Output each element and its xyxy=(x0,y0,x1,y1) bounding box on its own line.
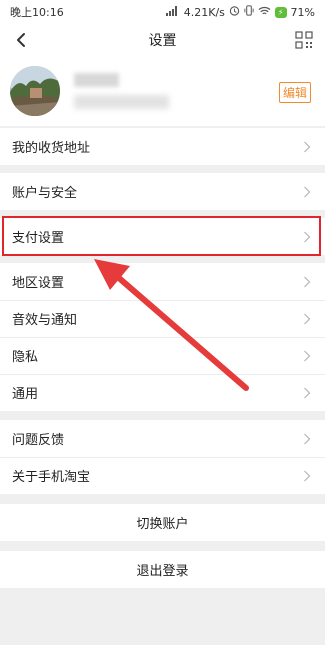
status-time: 晚上10:16 xyxy=(10,6,64,19)
edit-profile-button[interactable]: 编辑 xyxy=(278,82,311,103)
username-blurred xyxy=(74,73,119,87)
alarm-icon xyxy=(229,5,240,19)
support-group: 问题反馈 关于手机淘宝 xyxy=(0,420,325,494)
menu-item-general[interactable]: 通用 xyxy=(0,374,325,411)
switch-account-button[interactable]: 切换账户 xyxy=(0,504,325,541)
status-icons: 4.21K/s ⚡ 71% xyxy=(165,5,315,19)
status-bar: 晚上10:16 4.21K/s ⚡ 71% xyxy=(0,0,325,24)
menu-item-label: 地区设置 xyxy=(12,276,65,291)
menu-item-label: 关于手机淘宝 xyxy=(12,470,91,485)
menu-item-label: 支付设置 xyxy=(12,231,65,246)
page-title: 设置 xyxy=(148,33,177,49)
title-bar: 设置 xyxy=(0,24,325,56)
chevron-right-icon xyxy=(304,141,311,152)
address-group: 我的收货地址 xyxy=(0,128,325,165)
profile-card[interactable]: 编辑 xyxy=(0,56,325,126)
battery-level: 71% xyxy=(290,5,315,19)
profile-info-blurred xyxy=(74,73,169,109)
vibrate-icon xyxy=(244,5,254,19)
chevron-right-icon xyxy=(304,433,311,444)
account-group: 账户与安全 xyxy=(0,173,325,210)
nickname-blurred xyxy=(74,95,169,109)
menu-item-label: 通用 xyxy=(12,387,39,402)
menu-item-payment-settings[interactable]: 支付设置 xyxy=(0,218,325,255)
chevron-right-icon xyxy=(304,276,311,287)
menu-item-privacy[interactable]: 隐私 xyxy=(0,337,325,374)
menu-item-label: 我的收货地址 xyxy=(12,141,91,156)
menu-item-region[interactable]: 地区设置 xyxy=(0,263,325,300)
payment-group: 支付设置 xyxy=(0,218,325,255)
menu-item-label: 账户与安全 xyxy=(12,186,78,201)
menu-item-sound-notification[interactable]: 音效与通知 xyxy=(0,300,325,337)
menu-item-label: 问题反馈 xyxy=(12,433,65,448)
signal-icon xyxy=(165,5,180,19)
wifi-icon xyxy=(258,6,271,19)
chevron-right-icon xyxy=(304,470,311,481)
menu-item-account-security[interactable]: 账户与安全 xyxy=(0,173,325,210)
menu-item-label: 隐私 xyxy=(12,350,39,365)
back-arrow-icon[interactable] xyxy=(12,30,32,50)
menu-item-feedback[interactable]: 问题反馈 xyxy=(0,420,325,457)
chevron-right-icon xyxy=(304,186,311,197)
chevron-right-icon xyxy=(304,231,311,242)
chevron-right-icon xyxy=(304,350,311,361)
logout-button[interactable]: 退出登录 xyxy=(0,551,325,588)
chevron-right-icon xyxy=(304,387,311,398)
menu-item-label: 音效与通知 xyxy=(12,313,78,328)
chevron-right-icon xyxy=(304,313,311,324)
general-settings-group: 地区设置 音效与通知 隐私 通用 xyxy=(0,263,325,411)
network-speed: 4.21K/s xyxy=(183,5,225,19)
battery-icon: ⚡ xyxy=(274,6,287,18)
qr-code-icon[interactable] xyxy=(295,31,313,49)
avatar[interactable] xyxy=(10,66,60,116)
menu-item-about[interactable]: 关于手机淘宝 xyxy=(0,457,325,494)
menu-item-address[interactable]: 我的收货地址 xyxy=(0,128,325,165)
